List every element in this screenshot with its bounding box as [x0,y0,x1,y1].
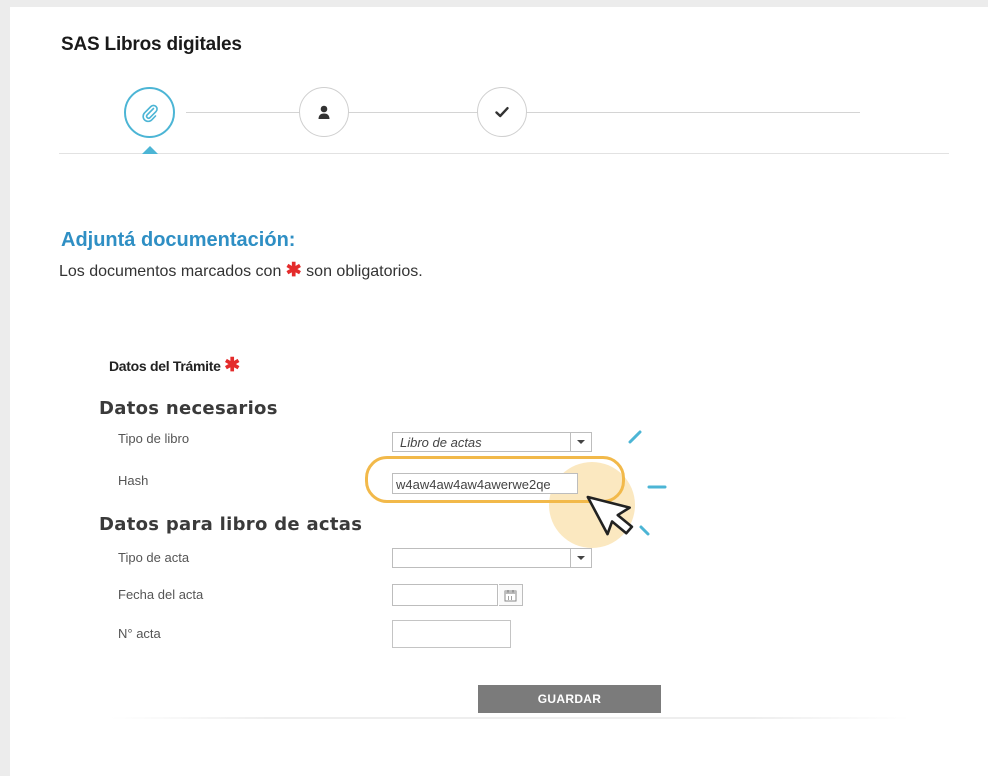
subtitle-text-after: son obligatorios. [306,263,423,280]
numero-acta-input[interactable] [392,620,511,648]
form-bottom-divider [110,717,910,719]
numero-acta-label: N° acta [118,626,161,641]
mouse-cursor-icon [586,495,634,536]
calendar-button[interactable] [499,584,523,606]
tipo-acta-select[interactable] [392,548,592,568]
calendar-icon [504,589,517,601]
group-title-necesarios: Datos necesarios [99,398,278,419]
tipo-libro-select[interactable]: Libro de actas [392,432,592,452]
step-attach-documents[interactable] [124,87,175,138]
check-icon [495,107,509,118]
section-subtitle: Los documentos marcados con ✱ son obliga… [59,260,423,281]
tramite-heading: Datos del Trámite ✱ [109,355,240,376]
subtitle-text-before: Los documentos marcados con [59,263,282,280]
fecha-acta-input[interactable] [392,584,498,606]
step-user-data[interactable] [299,87,349,137]
tipo-libro-value: Libro de actas [400,435,482,450]
required-asterisk-icon: ✱ [285,260,302,281]
tipo-libro-label: Tipo de libro [118,431,190,446]
stepper-divider [59,153,949,154]
sparkle-icon [647,485,667,489]
required-asterisk-icon: ✱ [224,355,240,376]
tipo-acta-label: Tipo de acta [118,550,190,565]
fecha-acta-label: Fecha del acta [118,587,204,602]
save-button[interactable]: GUARDAR [478,685,661,713]
section-title: Adjuntá documentación: [61,229,296,251]
sparkle-icon [628,430,642,444]
active-step-pointer [142,146,158,154]
dropdown-arrow-icon[interactable] [570,549,591,567]
user-icon [318,105,330,119]
group-title-actas: Datos para libro de actas [99,514,363,535]
paperclip-icon [141,104,158,122]
dropdown-arrow-icon[interactable] [570,433,591,451]
page: SAS Libros digitales Adjuntá documentaci… [10,7,988,776]
page-title: SAS Libros digitales [61,34,242,55]
tramite-label: Datos del Trámite [109,358,221,374]
step-confirm[interactable] [477,87,527,137]
hash-label: Hash [118,473,149,488]
